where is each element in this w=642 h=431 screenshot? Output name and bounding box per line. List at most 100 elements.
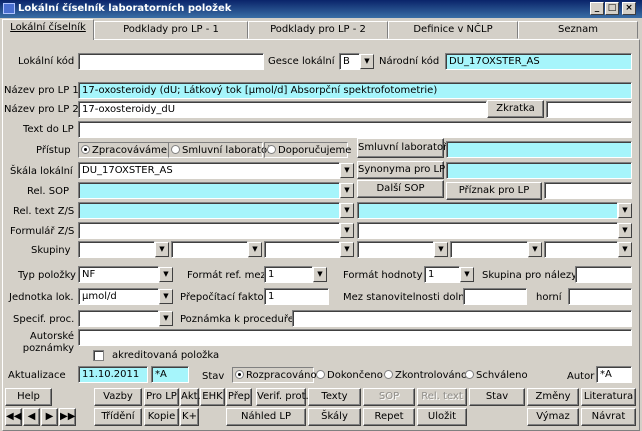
radio-icon[interactable] xyxy=(316,370,325,379)
rel-text-2-dropdown-icon[interactable]: ▼ xyxy=(618,203,632,218)
close-button[interactable]: × xyxy=(622,2,636,15)
minimize-button[interactable]: _ xyxy=(590,2,604,15)
formular-input[interactable] xyxy=(78,222,340,239)
stav-option-3[interactable]: Schváleno xyxy=(465,370,528,381)
lokalni-kod-input[interactable] xyxy=(78,53,264,70)
next-record-icon[interactable]: ▶ xyxy=(41,408,58,426)
trideni-button[interactable]: Třídění xyxy=(94,408,142,426)
tab-definice-nclp[interactable]: Definice v NČLP xyxy=(388,21,518,39)
format-meze-select[interactable]: 1 xyxy=(264,266,313,283)
formular-input-2[interactable] xyxy=(357,222,618,239)
rel-text-input-2[interactable] xyxy=(357,202,618,219)
nahled-lp-button[interactable]: Náhled LP xyxy=(226,408,306,426)
priznak-input[interactable] xyxy=(544,182,632,199)
skaly-button[interactable]: Škály xyxy=(308,408,361,426)
narodni-kod-input[interactable]: DU_17OXSTER_AS xyxy=(445,53,632,70)
priznak-button[interactable]: Příznak pro LP xyxy=(446,182,542,200)
jednotka-select[interactable]: μmol/d xyxy=(78,288,159,305)
radio-icon[interactable] xyxy=(267,145,276,154)
skupina-4-dropdown-icon[interactable]: ▼ xyxy=(434,242,448,257)
nazev2-input[interactable]: 17-oxosteroidy_dU xyxy=(78,101,487,118)
kopie-button[interactable]: Kopie xyxy=(144,408,179,426)
tab-seznam[interactable]: Seznam xyxy=(518,21,638,39)
stav-option-1[interactable]: Dokončeno xyxy=(316,370,383,381)
typ-select[interactable]: NF xyxy=(78,266,159,283)
skupina-6-dropdown-icon[interactable]: ▼ xyxy=(618,242,632,257)
gesce-select[interactable]: B xyxy=(339,53,360,70)
skupina-2-dropdown-icon[interactable]: ▼ xyxy=(248,242,262,257)
pristup-option-1[interactable]: Smluvní laboratoř xyxy=(168,142,271,158)
tab-podklady-1[interactable]: Podklady pro LP - 1 xyxy=(94,21,248,39)
pro-lp-button[interactable]: Pro LP xyxy=(144,388,179,406)
zmeny-button[interactable]: Změny xyxy=(527,388,579,406)
pristup-option-2[interactable]: Doporučujeme xyxy=(264,142,351,158)
rel-sop-dropdown-icon[interactable]: ▼ xyxy=(340,183,354,198)
smluvni-laborator-button[interactable]: Smluvní laboratoř xyxy=(357,138,447,158)
skupina-1-dropdown-icon[interactable]: ▼ xyxy=(155,242,169,257)
rel-text-dropdown-icon[interactable]: ▼ xyxy=(340,203,354,218)
radio-selected-icon[interactable] xyxy=(235,370,244,379)
pristup-option-0[interactable]: Zpracováváme xyxy=(78,142,169,158)
vazby-button[interactable]: Vazby xyxy=(94,388,142,406)
radio-icon[interactable] xyxy=(465,370,474,379)
skupina-3-select[interactable] xyxy=(264,241,340,258)
literatura-button[interactable]: Literatura xyxy=(581,388,636,406)
mez-dolni-input[interactable] xyxy=(463,288,527,305)
prepocitaci-input[interactable]: 1 xyxy=(264,288,329,305)
nazev1-input[interactable]: 17-oxosteroidy (dU; Látkový tok [μmol/d]… xyxy=(78,82,632,99)
zkratka-input[interactable] xyxy=(546,101,632,118)
last-record-icon[interactable]: ▶▶ xyxy=(59,408,76,426)
texty-button[interactable]: Texty xyxy=(308,388,361,406)
aktualizace-autor-input[interactable]: *A xyxy=(151,366,189,383)
ehk-button[interactable]: EHK xyxy=(200,388,225,406)
format-hodnoty-dropdown-icon[interactable]: ▼ xyxy=(460,267,474,282)
skupina-2-select[interactable] xyxy=(171,241,248,258)
skupina-3-dropdown-icon[interactable]: ▼ xyxy=(340,242,354,257)
gesce-dropdown-icon[interactable]: ▼ xyxy=(360,54,374,69)
typ-dropdown-icon[interactable]: ▼ xyxy=(159,267,173,282)
tab-lokalni-ciselnik[interactable]: Lokální číselník xyxy=(2,19,94,40)
stav-option-2[interactable]: Zkontrolováno xyxy=(384,370,467,381)
stav-option-0[interactable]: Rozpracováno xyxy=(232,367,317,383)
synonyma-input[interactable] xyxy=(446,162,632,179)
help-button[interactable]: Help xyxy=(5,388,52,406)
repet-button[interactable]: Repet xyxy=(363,408,415,426)
smluvni-laborator-input[interactable] xyxy=(446,141,632,158)
formular-dropdown-icon[interactable]: ▼ xyxy=(340,223,354,238)
vymaz-button[interactable]: Výmaz xyxy=(527,408,579,426)
skupina-5-dropdown-icon[interactable]: ▼ xyxy=(528,242,542,257)
rel-text-input[interactable] xyxy=(78,202,340,219)
formular-2-dropdown-icon[interactable]: ▼ xyxy=(618,223,632,238)
format-hodnoty-select[interactable]: 1 xyxy=(424,266,460,283)
synonyma-button[interactable]: Synonyma pro LP xyxy=(357,161,445,179)
autorske-input[interactable] xyxy=(78,329,632,346)
skupina-1-select[interactable] xyxy=(78,241,155,258)
verif-prot-button[interactable]: Verif. prot. xyxy=(256,388,309,406)
jednotka-dropdown-icon[interactable]: ▼ xyxy=(159,289,173,304)
first-record-icon[interactable]: ◀◀ xyxy=(5,408,22,426)
navrat-button[interactable]: Návrat xyxy=(581,408,636,426)
skupina-5-select[interactable] xyxy=(450,241,528,258)
dalsi-sop-button[interactable]: Další SOP xyxy=(357,180,444,198)
skala-dropdown-icon[interactable]: ▼ xyxy=(340,163,354,178)
rel-text-button[interactable]: Rel. text xyxy=(417,388,467,406)
radio-icon[interactable] xyxy=(171,145,180,154)
prev-record-icon[interactable]: ◀ xyxy=(23,408,40,426)
radio-selected-icon[interactable] xyxy=(81,145,90,154)
sop-button[interactable]: SOP xyxy=(363,388,415,406)
mez-horni-input[interactable] xyxy=(568,288,632,305)
poznamka-input[interactable] xyxy=(292,310,632,327)
k-plus-button[interactable]: K+ xyxy=(180,408,199,426)
text-do-lp-input[interactable] xyxy=(78,121,632,138)
zkratka-button[interactable]: Zkratka xyxy=(487,100,544,118)
aktualizace-datum-input[interactable]: 11.10.2011 xyxy=(78,366,148,383)
radio-icon[interactable] xyxy=(384,370,393,379)
ulozit-button[interactable]: Uložit xyxy=(417,408,467,426)
maximize-button[interactable]: □ xyxy=(605,2,619,15)
skupina-4-select[interactable] xyxy=(357,241,434,258)
akreditovana-checkbox[interactable] xyxy=(93,350,104,361)
akt-button[interactable]: Akt. xyxy=(180,388,201,406)
skupina-6-select[interactable] xyxy=(544,241,618,258)
specif-select[interactable] xyxy=(78,310,159,327)
skupina-nalezy-input[interactable] xyxy=(575,266,632,283)
